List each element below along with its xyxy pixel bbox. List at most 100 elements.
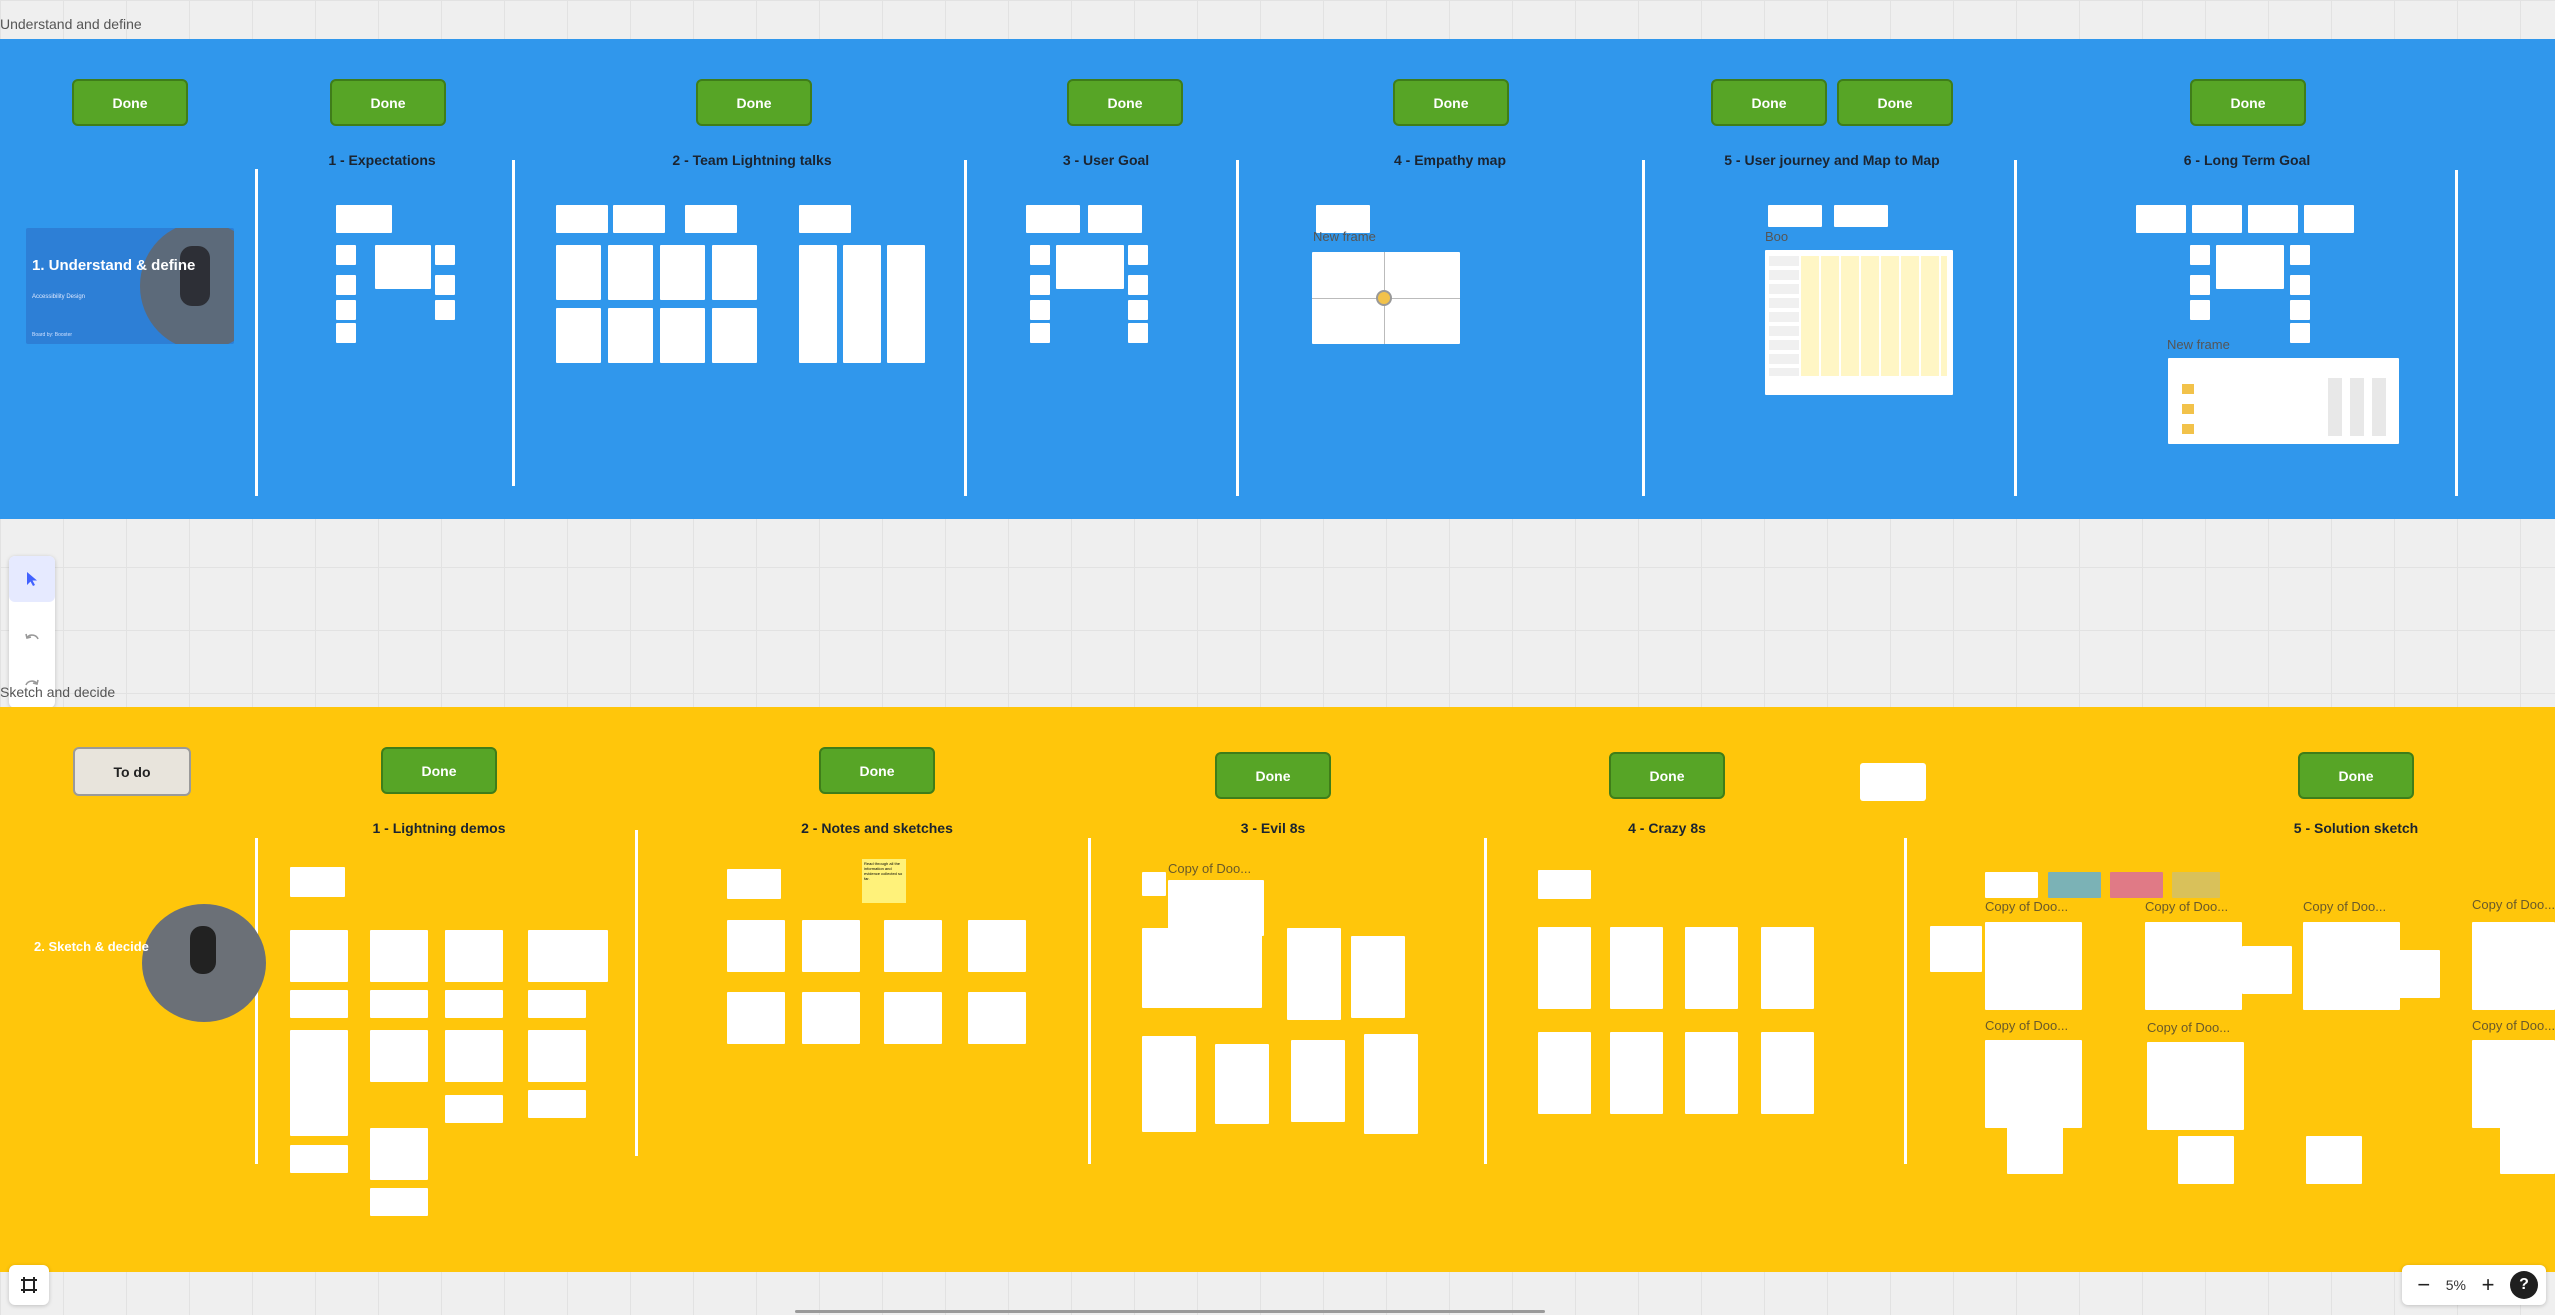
board-card[interactable] bbox=[1030, 323, 1050, 343]
board-card[interactable] bbox=[2190, 300, 2210, 320]
status-empathy-map[interactable]: Done bbox=[1393, 79, 1509, 126]
board-card[interactable] bbox=[613, 205, 665, 233]
board-card[interactable] bbox=[2192, 205, 2242, 233]
board-card[interactable] bbox=[1030, 245, 1050, 265]
board-card[interactable] bbox=[2172, 872, 2220, 898]
board-card[interactable] bbox=[2304, 205, 2354, 233]
board-card[interactable] bbox=[727, 920, 785, 972]
board-card[interactable] bbox=[2290, 275, 2310, 295]
board-card[interactable] bbox=[2303, 922, 2400, 1010]
board-card[interactable] bbox=[1761, 1032, 1814, 1114]
board-card[interactable] bbox=[528, 930, 608, 982]
status-user-journey-2[interactable]: Done bbox=[1837, 79, 1953, 126]
copy-label[interactable]: Copy of Doo... bbox=[1985, 899, 2068, 914]
section-thumbnail-understand[interactable]: 1. Understand & define Accessibility Des… bbox=[26, 228, 234, 344]
status-long-term-goal[interactable]: Done bbox=[2190, 79, 2306, 126]
board-card[interactable] bbox=[370, 930, 428, 982]
help-button[interactable]: ? bbox=[2510, 1271, 2538, 1299]
board-card[interactable] bbox=[1538, 927, 1591, 1009]
board-card[interactable] bbox=[435, 245, 455, 265]
board-card[interactable] bbox=[336, 205, 392, 233]
status-solution-sketch[interactable]: Done bbox=[2298, 752, 2414, 799]
section-label-sketch[interactable]: Sketch and decide bbox=[0, 684, 115, 700]
horizontal-scrollbar[interactable] bbox=[795, 1310, 1545, 1313]
board-card[interactable] bbox=[685, 205, 737, 233]
board-card[interactable] bbox=[1056, 245, 1124, 289]
board-card[interactable] bbox=[660, 245, 705, 300]
status-intro[interactable]: Done bbox=[72, 79, 188, 126]
board-card[interactable] bbox=[1215, 1044, 1269, 1124]
board-card[interactable] bbox=[1128, 323, 1148, 343]
board-card[interactable] bbox=[556, 308, 601, 363]
board-card[interactable] bbox=[528, 1090, 586, 1118]
empathy-map-card[interactable] bbox=[1312, 252, 1460, 344]
board-card[interactable] bbox=[884, 920, 942, 972]
board-card[interactable] bbox=[799, 205, 851, 233]
board-card[interactable] bbox=[660, 308, 705, 363]
board-card[interactable] bbox=[2007, 1126, 2063, 1174]
board-card[interactable] bbox=[336, 300, 356, 320]
board-card[interactable] bbox=[1985, 872, 2038, 898]
status-user-goal[interactable]: Done bbox=[1067, 79, 1183, 126]
empty-card[interactable] bbox=[1860, 763, 1926, 801]
status-lightning-talks[interactable]: Done bbox=[696, 79, 812, 126]
board-card[interactable] bbox=[712, 308, 757, 363]
board-card[interactable] bbox=[1026, 205, 1080, 233]
board-card[interactable] bbox=[1291, 1040, 1345, 1122]
board-card[interactable] bbox=[370, 1030, 428, 1082]
board-card[interactable] bbox=[2190, 275, 2210, 295]
board-card[interactable] bbox=[556, 205, 608, 233]
copy-label[interactable]: Copy of Doo... bbox=[2145, 899, 2228, 914]
board-card[interactable] bbox=[2048, 872, 2101, 898]
board-card[interactable] bbox=[2147, 1042, 2244, 1130]
board-card[interactable] bbox=[445, 930, 503, 982]
board-card[interactable] bbox=[445, 1030, 503, 1082]
status-evil-8s[interactable]: Done bbox=[1215, 752, 1331, 799]
board-card[interactable] bbox=[1985, 922, 2082, 1010]
status-lightning-demos[interactable]: Done bbox=[381, 747, 497, 794]
board-card[interactable] bbox=[290, 867, 345, 897]
board-card[interactable] bbox=[1985, 1040, 2082, 1128]
copy-label[interactable]: Copy of Doo... bbox=[2303, 899, 2386, 914]
board-card[interactable] bbox=[290, 930, 348, 982]
board-card[interactable] bbox=[1538, 870, 1591, 899]
copy-label[interactable]: Copy of Doo... bbox=[2472, 1018, 2555, 1033]
status-notes-sketches[interactable]: Done bbox=[819, 747, 935, 794]
board-card[interactable] bbox=[802, 920, 860, 972]
board-card[interactable] bbox=[1142, 872, 1166, 896]
frames-button[interactable] bbox=[9, 1265, 49, 1305]
board-card[interactable] bbox=[1128, 275, 1148, 295]
zoom-out-button[interactable]: − bbox=[2410, 1271, 2438, 1299]
board-card[interactable] bbox=[375, 245, 431, 289]
board-card[interactable] bbox=[2242, 946, 2292, 994]
board-card[interactable] bbox=[2190, 245, 2210, 265]
status-sketch-intro[interactable]: To do bbox=[73, 747, 191, 796]
copy-label[interactable]: Copy of Doo... bbox=[1168, 861, 1251, 876]
section-thumbnail-sketch[interactable]: 2. Sketch & decide bbox=[30, 904, 266, 1022]
board-card[interactable] bbox=[1030, 300, 1050, 320]
zoom-level[interactable]: 5% bbox=[2446, 1277, 2466, 1293]
board-card[interactable] bbox=[2290, 300, 2310, 320]
board-card[interactable] bbox=[370, 1128, 428, 1180]
board-card[interactable] bbox=[2216, 245, 2284, 289]
board-card[interactable] bbox=[528, 990, 586, 1018]
board-card[interactable] bbox=[968, 992, 1026, 1044]
board-card[interactable] bbox=[2136, 205, 2186, 233]
board-card[interactable] bbox=[1538, 1032, 1591, 1114]
board-card[interactable] bbox=[1142, 1036, 1196, 1132]
board-card[interactable] bbox=[445, 990, 503, 1018]
board-card[interactable] bbox=[290, 1030, 348, 1136]
board-card[interactable] bbox=[887, 245, 925, 363]
board-card[interactable] bbox=[1364, 1034, 1418, 1134]
board-card[interactable] bbox=[1610, 1032, 1663, 1114]
board-card[interactable] bbox=[2500, 1126, 2555, 1174]
board-card[interactable] bbox=[843, 245, 881, 363]
board-card[interactable] bbox=[435, 300, 455, 320]
board-card[interactable] bbox=[1610, 927, 1663, 1009]
board-card[interactable] bbox=[1768, 205, 1822, 227]
board-card[interactable] bbox=[1685, 927, 1738, 1009]
board-card[interactable] bbox=[528, 1030, 586, 1082]
status-expectations[interactable]: Done bbox=[330, 79, 446, 126]
board-card[interactable] bbox=[1351, 936, 1405, 1018]
board-card[interactable] bbox=[2145, 922, 2242, 1010]
